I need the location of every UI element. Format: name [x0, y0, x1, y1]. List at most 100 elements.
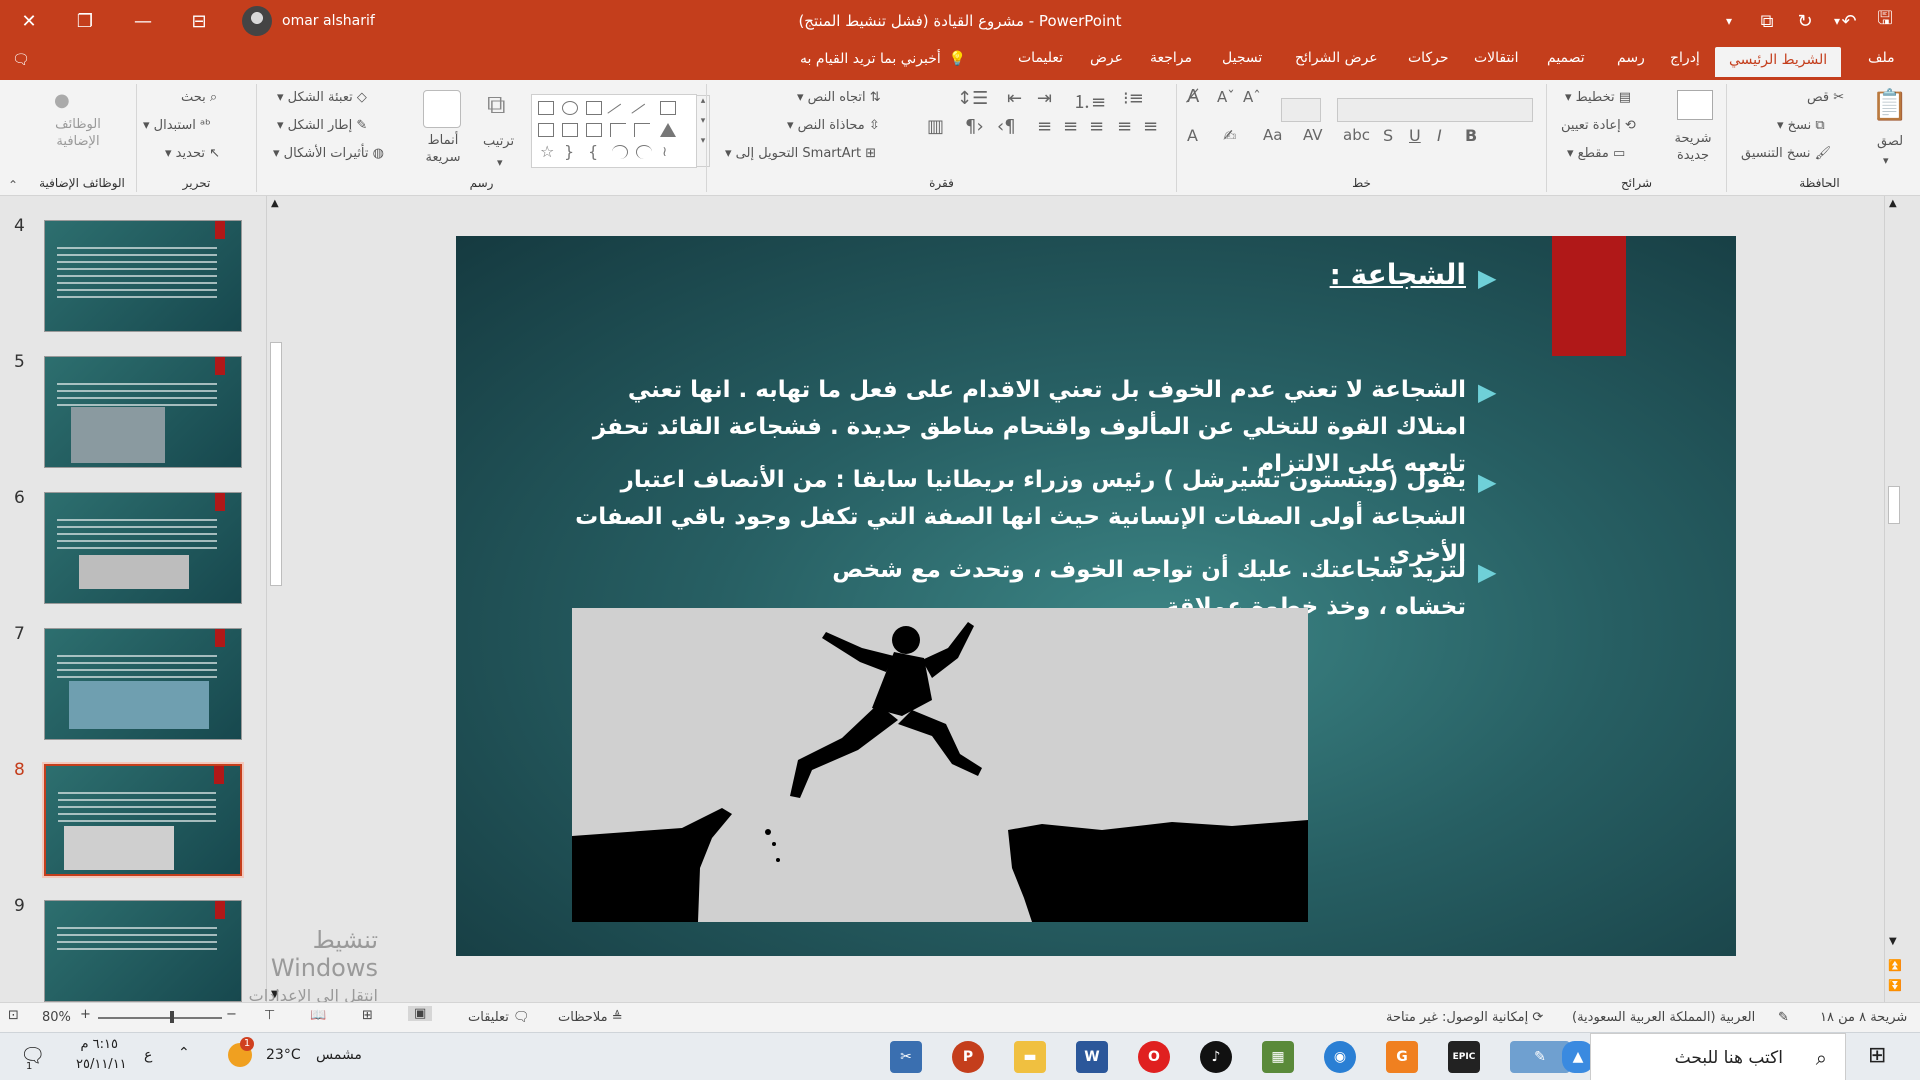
- slide-thumbnail[interactable]: [44, 628, 242, 740]
- slideshow-view-icon[interactable]: ⊤: [264, 1008, 275, 1023]
- paste-button[interactable]: لصق: [1877, 134, 1903, 149]
- columns-icon[interactable]: ▥: [927, 116, 944, 137]
- chrome-icon[interactable]: ◉: [1324, 1041, 1356, 1073]
- restore-icon[interactable]: ❐: [62, 0, 108, 42]
- shape-outline-button[interactable]: ▾ إطار الشكل ✎: [277, 118, 367, 133]
- slide-thumbnail[interactable]: [44, 220, 242, 332]
- epic-games-icon[interactable]: EPIC: [1448, 1041, 1480, 1073]
- account-button[interactable]: omar alsharif: [242, 6, 375, 36]
- snipping-tool-icon[interactable]: ✂: [890, 1041, 922, 1073]
- section-button[interactable]: ▾ مقطع ▭: [1567, 146, 1625, 161]
- tell-me-search[interactable]: أخبرني بما تريد القيام به 💡: [800, 51, 966, 67]
- justify-all-icon[interactable]: ≡: [1143, 116, 1158, 137]
- next-slide-icon[interactable]: ⏬: [1888, 980, 1902, 992]
- align-left-icon[interactable]: ≡: [1117, 116, 1132, 137]
- align-right-icon[interactable]: ≡: [1063, 116, 1078, 137]
- layout-button[interactable]: ▾ تخطيط ▤: [1565, 90, 1631, 105]
- tab-slideshow[interactable]: عرض الشرائح: [1295, 50, 1378, 66]
- shape-fill-button[interactable]: ▾ تعبئة الشكل ◇: [277, 90, 367, 105]
- pdf-app-icon[interactable]: G: [1386, 1041, 1418, 1073]
- char-spacing-icon[interactable]: AV: [1303, 126, 1323, 144]
- tab-transitions[interactable]: انتقالات: [1474, 50, 1519, 66]
- prev-slide-icon[interactable]: ⏫: [1888, 960, 1902, 972]
- numbering-icon[interactable]: ⒈≡: [1073, 88, 1106, 114]
- comments-icon[interactable]: 🗨: [12, 52, 30, 68]
- slide-thumbnail-active[interactable]: [42, 762, 244, 878]
- replace-button[interactable]: ▾ استبدال ᵃᵇ: [143, 118, 211, 133]
- close-icon[interactable]: ✕: [6, 0, 52, 42]
- increase-font-icon[interactable]: Aˆ: [1243, 88, 1261, 106]
- align-center-icon[interactable]: ≡: [1089, 116, 1104, 137]
- minecraft-icon[interactable]: ▦: [1262, 1041, 1294, 1073]
- format-painter-button[interactable]: نسخ التنسيق 🖌: [1741, 146, 1831, 161]
- bold-icon[interactable]: B: [1465, 126, 1477, 145]
- reading-view-icon[interactable]: 📖: [310, 1008, 326, 1023]
- word-icon[interactable]: W: [1076, 1041, 1108, 1073]
- zoom-slider[interactable]: [98, 1017, 222, 1019]
- change-case-icon[interactable]: Aa: [1263, 126, 1282, 144]
- accessibility-status[interactable]: إمكانية الوصول: غير متاحة ⟳: [1386, 1010, 1543, 1025]
- find-button[interactable]: بحث ⌕: [181, 90, 217, 105]
- scroll-thumb[interactable]: [1888, 486, 1900, 524]
- input-language[interactable]: ع: [144, 1047, 152, 1063]
- current-slide[interactable]: ▶ الشجاعة : ▶ الشجاعة لا تعني عدم الخوف …: [456, 236, 1736, 956]
- save-icon[interactable]: 🖫: [1862, 0, 1908, 42]
- ltr-icon[interactable]: ¶›: [965, 116, 984, 137]
- show-hidden-icons-icon[interactable]: ⌃: [178, 1045, 190, 1061]
- clock-date[interactable]: ٢٥/١١/١١: [76, 1057, 127, 1072]
- zoom-out-icon[interactable]: −: [226, 1007, 237, 1022]
- windows-start-icon[interactable]: ⊞: [1868, 1043, 1886, 1068]
- line-spacing-icon[interactable]: ↕☰: [957, 88, 988, 109]
- collapse-ribbon-icon[interactable]: ⌃: [8, 178, 18, 192]
- smartart-button[interactable]: ▾ التحويل إلى SmartArt ⊞: [725, 146, 876, 161]
- arrange-button[interactable]: ترتيب: [483, 134, 514, 149]
- tab-draw[interactable]: رسم: [1617, 50, 1645, 66]
- slide-title[interactable]: الشجاعة :: [1330, 258, 1466, 291]
- scroll-down-icon[interactable]: ▼: [1889, 936, 1897, 947]
- language-status[interactable]: العربية (المملكة العربية السعودية): [1572, 1010, 1755, 1025]
- tab-review[interactable]: مراجعة: [1150, 50, 1192, 66]
- bullets-icon[interactable]: ⁝≡: [1123, 88, 1144, 109]
- tab-home[interactable]: الشريط الرئيسي: [1715, 47, 1842, 77]
- italic-icon[interactable]: I: [1437, 126, 1442, 145]
- underline-icon[interactable]: U: [1409, 126, 1421, 145]
- tab-design[interactable]: تصميم: [1547, 50, 1585, 66]
- strikethrough-icon[interactable]: abc: [1343, 126, 1370, 144]
- zoom-slider-thumb[interactable]: [170, 1011, 174, 1023]
- decrease-font-icon[interactable]: Aˇ: [1217, 88, 1235, 106]
- decrease-indent-icon[interactable]: ⇤: [1007, 88, 1022, 109]
- font-name-input[interactable]: [1337, 98, 1533, 122]
- ribbon-display-options-icon[interactable]: ⊟: [176, 0, 222, 42]
- tab-record[interactable]: تسجيل: [1222, 50, 1262, 66]
- comments-button[interactable]: تعليقات 🗨: [468, 1010, 530, 1025]
- spelling-icon[interactable]: ✎: [1778, 1010, 1789, 1025]
- scroll-thumb[interactable]: [270, 342, 282, 586]
- addins-button[interactable]: الوظائف الإضافية: [38, 116, 118, 150]
- text-direction-button[interactable]: ▾ اتجاه النص ⇅: [797, 90, 881, 105]
- tab-file[interactable]: ملف: [1868, 50, 1895, 66]
- justify-icon[interactable]: ≡: [1037, 116, 1052, 137]
- zoom-in-icon[interactable]: +: [80, 1007, 91, 1022]
- tab-view[interactable]: عرض: [1090, 50, 1123, 66]
- scroll-up-icon[interactable]: ▲: [271, 198, 279, 209]
- leap-of-faith-image[interactable]: [572, 608, 1308, 922]
- copy-button[interactable]: ▾ نسخ ⧉: [1777, 118, 1825, 133]
- taskbar-search[interactable]: اكتب هنا للبحث ⌕: [1590, 1033, 1846, 1080]
- font-size-input[interactable]: [1281, 98, 1321, 122]
- thumbnails-scrollbar[interactable]: ▲ ▼: [266, 196, 284, 1002]
- new-slide-button[interactable]: شريحة جديدة: [1667, 130, 1719, 164]
- highlight-icon[interactable]: ✍: [1223, 126, 1236, 145]
- weather-desc[interactable]: مشمس: [316, 1047, 362, 1063]
- notes-button[interactable]: ملاحظات ≜: [558, 1010, 623, 1025]
- quick-styles-button[interactable]: أنماط سريعة: [413, 132, 473, 166]
- cut-button[interactable]: قص ✂: [1807, 90, 1844, 105]
- slide-thumbnail[interactable]: [44, 356, 242, 468]
- powerpoint-icon[interactable]: P: [952, 1041, 984, 1073]
- reset-button[interactable]: إعادة تعيين ⟲: [1561, 118, 1636, 133]
- clock-time[interactable]: ٦:١٥ م: [76, 1037, 118, 1052]
- scroll-up-icon[interactable]: ▲: [1889, 198, 1897, 209]
- notification-center-icon[interactable]: 🗨: [20, 1043, 45, 1067]
- shape-effects-button[interactable]: ▾ تأثيرات الأشكال ◍: [273, 146, 384, 161]
- increase-indent-icon[interactable]: ⇥: [1037, 88, 1052, 109]
- file-explorer-icon[interactable]: ▬: [1014, 1041, 1046, 1073]
